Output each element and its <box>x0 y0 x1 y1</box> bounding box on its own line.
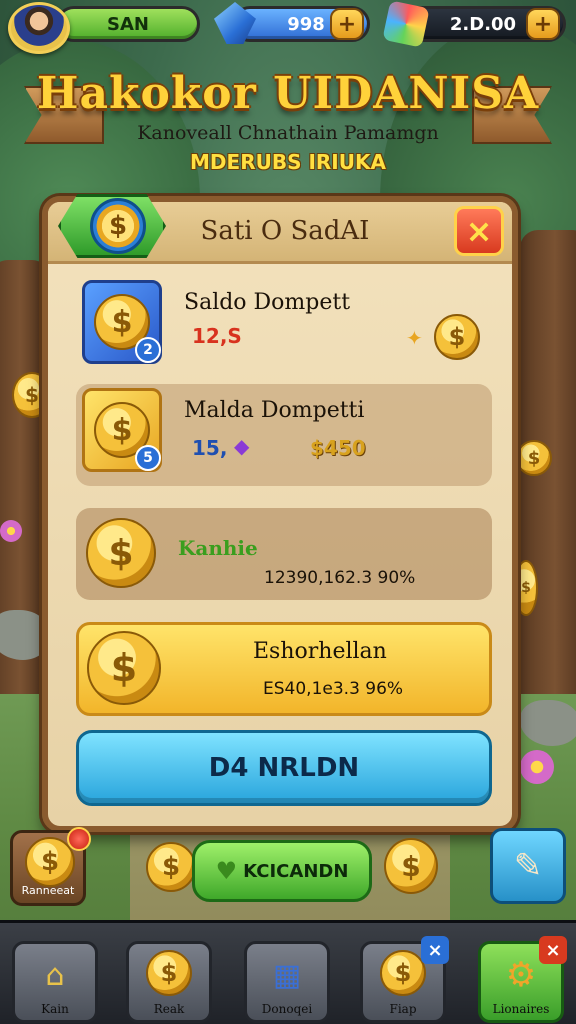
nav-item-fiap[interactable]: $ × Fiap <box>360 936 449 1023</box>
gems-count: 998 <box>287 13 325 35</box>
nav-item-donoqei[interactable]: ▦ Donoqei <box>244 941 330 1023</box>
game-title: Hakokor UIDANISA <box>36 68 540 119</box>
nav-label: Fiap <box>389 1002 417 1016</box>
collect-button[interactable]: ♥ KCICANDN <box>192 840 372 902</box>
top-bar: SAN 998 + 2.D.00 + <box>0 0 576 54</box>
nav-label: Lionaires <box>492 1002 550 1016</box>
player-name: SAN <box>107 13 149 35</box>
collect-label: KCICANDN <box>243 860 349 882</box>
coin-icon: $ <box>146 950 192 996</box>
home-icon: ⌂ <box>45 957 65 993</box>
item-count-badge: 5 <box>135 445 161 471</box>
heart-icon: ♥ <box>215 857 238 885</box>
list-item[interactable]: $ 2 Saldo Dompett 12,S ✦ $ <box>76 276 492 372</box>
coin-icon: $ <box>146 842 196 892</box>
star-icon: ✦ <box>406 326 423 350</box>
row-title: Saldo Dompett <box>184 290 351 315</box>
game-tagline: MDERUBS IRIUKA <box>190 150 386 174</box>
coins-count: 2.D.00 <box>449 13 517 35</box>
close-button[interactable]: × <box>454 206 504 256</box>
coin-icon: $ <box>87 631 161 705</box>
paint-button[interactable]: ✎ <box>490 828 566 904</box>
nav-item-home[interactable]: ⌂ Kain <box>12 941 98 1023</box>
close-icon: × <box>539 936 567 964</box>
close-icon: × <box>421 936 449 964</box>
wallet-panel: $ Sati O SadAI × $ 2 Saldo Dompett 12,S … <box>42 194 518 832</box>
add-coins-button[interactable]: + <box>526 8 560 40</box>
nav-label: Donoqei <box>261 1002 313 1016</box>
wallet-card-icon: $ 2 <box>82 280 162 364</box>
panel-title: Sati O SadAI <box>200 216 370 246</box>
row-amount: 12390,162.3 90% <box>264 568 416 588</box>
title-banner: Hakokor UIDANISA Kanoveall Chnathain Pam… <box>24 68 552 176</box>
confirm-button[interactable]: D4 NRLDN <box>76 730 492 806</box>
scroll-icon: ▦ <box>272 957 302 993</box>
list-item[interactable]: $ 5 Malda Dompetti 15, ◆ $450 <box>76 384 492 486</box>
brush-icon: ✎ <box>513 846 543 886</box>
plus-icon: + <box>337 11 357 37</box>
row-amount: ES40,1e3.3 96% <box>263 679 404 699</box>
wallet-card-icon: $ 5 <box>82 388 162 472</box>
row-title: Kanhie <box>178 536 258 560</box>
player-name-bar[interactable]: SAN <box>56 6 200 42</box>
plus-icon: + <box>533 11 553 37</box>
dollar-coin-icon: $ <box>90 198 146 254</box>
flower-icon <box>0 520 22 542</box>
panel-header: $ Sati O SadAI × <box>48 194 512 264</box>
list-item[interactable]: $ Kanhie 12390,162.3 90% <box>76 508 492 600</box>
coin-icon: $ <box>434 314 480 360</box>
nav-item-reak[interactable]: $ Reak <box>126 941 212 1023</box>
notification-dot <box>67 827 91 851</box>
coin-icon: $ <box>516 440 552 476</box>
nav-item-settings[interactable]: ⚙ × Lionaires <box>478 936 567 1023</box>
achievements-button[interactable]: $ Ranneeat <box>10 827 91 906</box>
row-title: Malda Dompetti <box>184 398 365 423</box>
row-amount: $450 <box>310 436 366 460</box>
nav-label: Reak <box>153 1002 185 1016</box>
list-item[interactable]: $ Eshorhellan ES40,1e3.3 96% <box>76 622 492 716</box>
row-value: 15, <box>192 436 228 460</box>
coin-icon: $ <box>86 518 156 588</box>
flower-icon <box>520 750 554 784</box>
nav-label: Kain <box>41 1002 69 1016</box>
add-gems-button[interactable]: + <box>330 8 364 40</box>
game-subtitle: Kanoveall Chnathain Pamamgn <box>137 122 439 144</box>
bottom-nav: ⌂ Kain $ Reak ▦ Donoqei $ × Fiap ⚙ × Lio… <box>0 920 576 1024</box>
achievements-label: Ranneeat <box>21 884 75 897</box>
bucket-icon <box>382 0 430 48</box>
coin-icon: $ <box>380 950 426 996</box>
gem-icon: ◆ <box>234 434 250 458</box>
row-value: 12,S <box>192 324 242 348</box>
player-avatar[interactable] <box>8 2 70 54</box>
close-icon: × <box>465 212 493 250</box>
item-count-badge: 2 <box>135 337 161 363</box>
row-title: Eshorhellan <box>253 639 387 664</box>
coin-icon: $ <box>384 838 438 894</box>
